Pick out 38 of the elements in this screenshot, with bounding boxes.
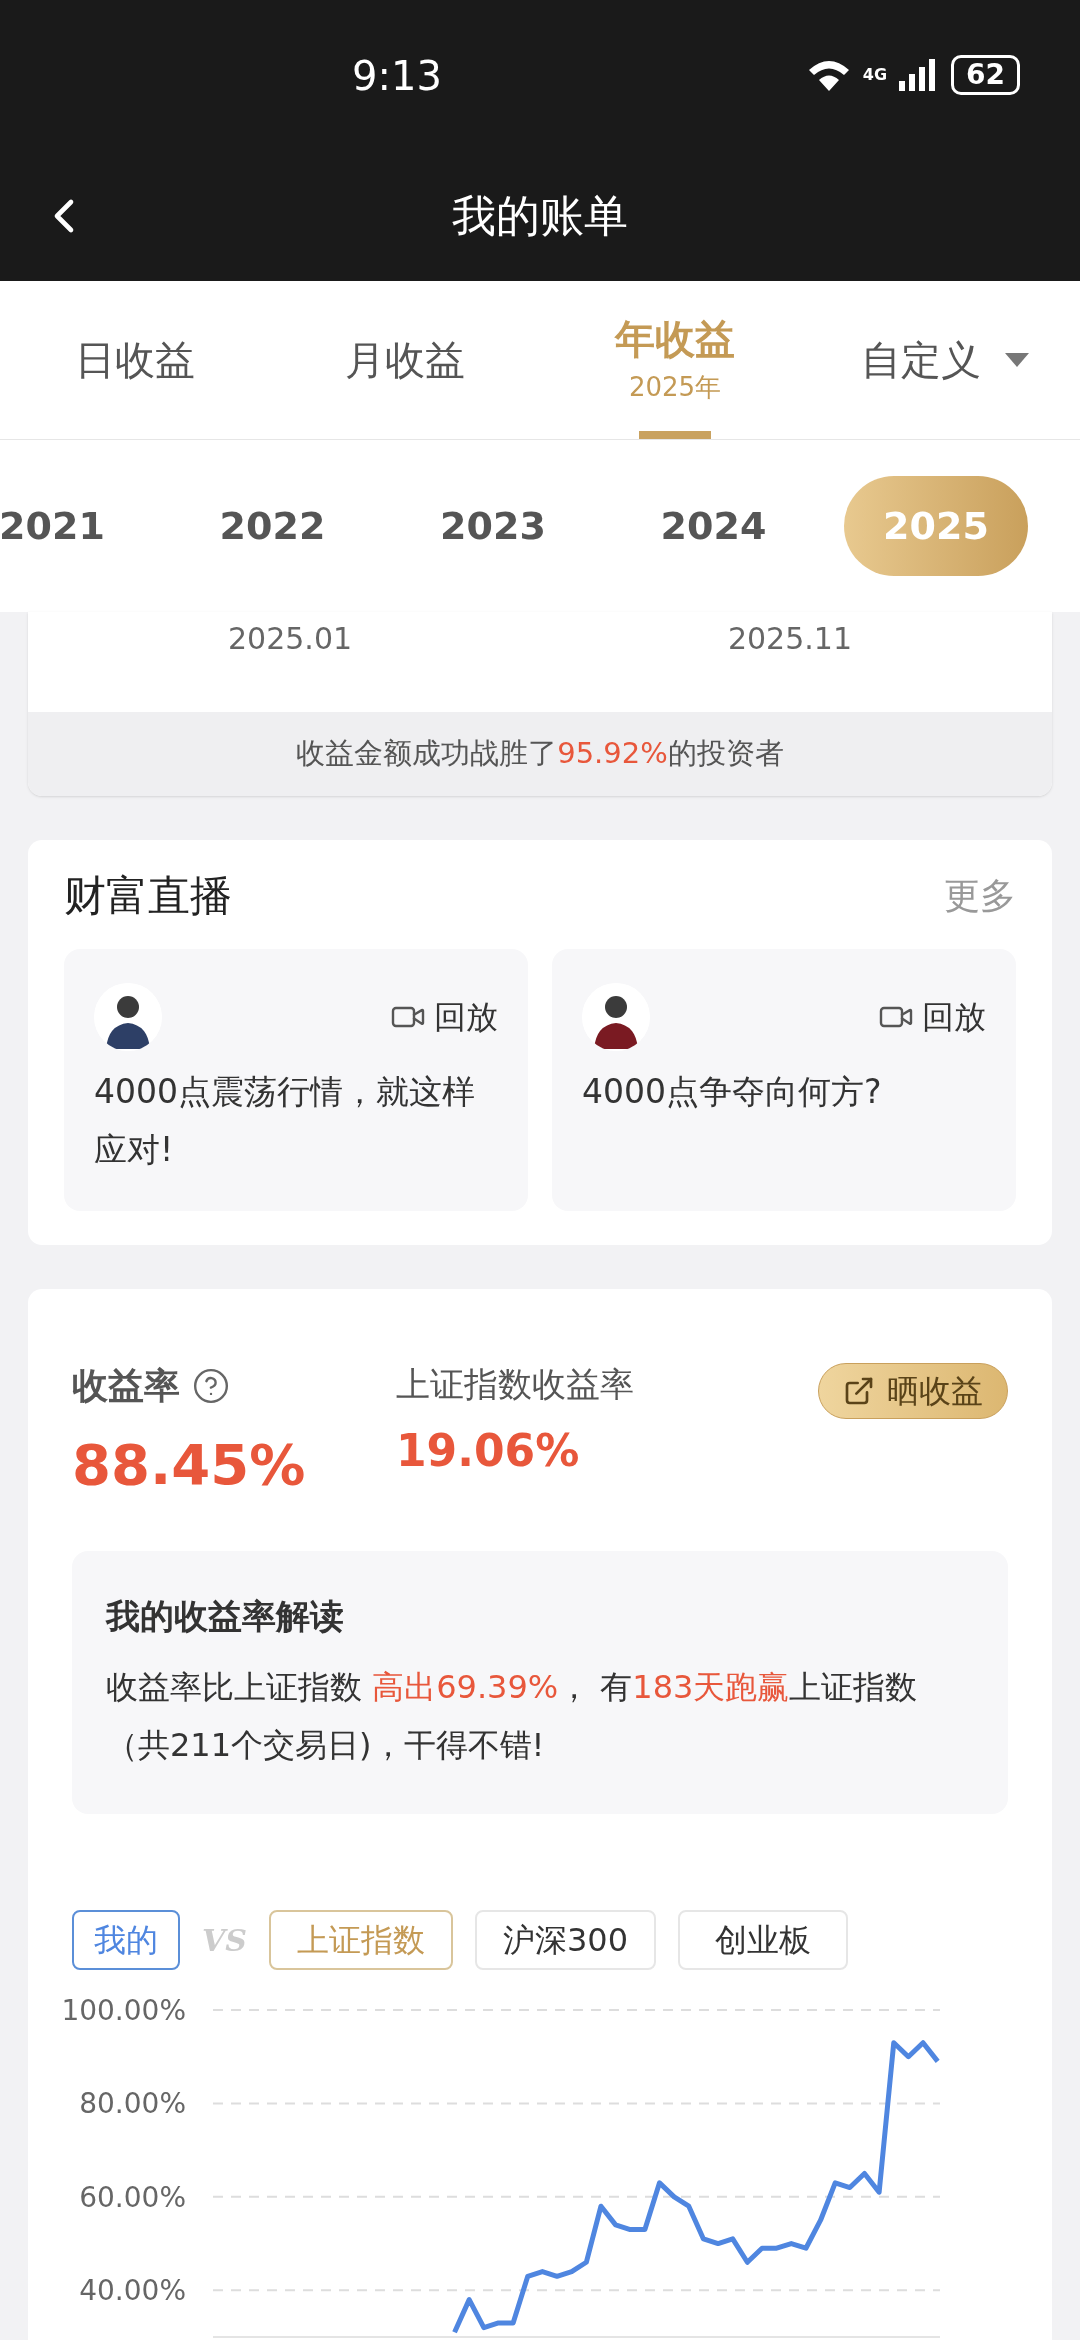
share-button[interactable]: 晒收益 bbox=[818, 1363, 1008, 1419]
replay-text: 回放 bbox=[434, 997, 498, 1038]
interpretation-text: 收益率比上证指数 高出69.39%， 有183天跑赢上证指数（共211个交易日)，干得不错! bbox=[106, 1667, 919, 1766]
index-option[interactable]: 沪深300 bbox=[474, 1910, 657, 1970]
interpretation-title: 我的收益率解读 bbox=[106, 1595, 345, 1638]
year-chip[interactable]: 2023 bbox=[403, 492, 583, 560]
index-label: 上证指数收益率 bbox=[396, 1363, 635, 1406]
index-option[interactable]: 创业板 bbox=[678, 1910, 849, 1970]
live-title: 4000点争夺向何方? bbox=[582, 1071, 883, 1113]
year-chip[interactable]: 2021 bbox=[0, 492, 142, 560]
axis-label: 100.00% bbox=[61, 1994, 186, 2027]
mine-tag: 我的 bbox=[72, 1910, 180, 1970]
period-tab[interactable]: 日收益 bbox=[0, 281, 270, 439]
dropdown-icon bbox=[1005, 353, 1029, 367]
help-icon[interactable] bbox=[192, 1367, 230, 1405]
axis-label: 2025.01 bbox=[228, 620, 353, 658]
axis-label: 40.00% bbox=[79, 2274, 186, 2308]
section-title: 财富直播 bbox=[64, 870, 232, 922]
network-label: 4G bbox=[862, 64, 888, 86]
period-tab[interactable]: 自定义 bbox=[810, 281, 1080, 439]
axis-label: 80.00% bbox=[79, 2087, 186, 2121]
status-time: 9:13 bbox=[352, 56, 442, 96]
axis-label: 60.00% bbox=[79, 2180, 186, 2214]
return-value: 88.45% bbox=[72, 1431, 307, 1499]
axis-label: 2025.11 bbox=[727, 620, 852, 658]
rank-text: 收益金额成功战胜了 95.92%的投资者 bbox=[296, 735, 784, 773]
live-card[interactable]: 回放 4000点争夺向何方? bbox=[552, 949, 1016, 1211]
live-card[interactable]: 回放 4000点震荡行情，就这样应对! bbox=[64, 949, 528, 1211]
return-label: 收益率 bbox=[72, 1364, 180, 1408]
live-title: 4000点震荡行情，就这样应对! bbox=[94, 1071, 476, 1171]
replay-text: 回放 bbox=[922, 997, 986, 1038]
share-icon bbox=[843, 1375, 875, 1407]
period-tab[interactable]: 月收益 bbox=[270, 281, 540, 439]
year-chip[interactable]: 2022 bbox=[182, 492, 363, 560]
page-title: 我的账单 bbox=[452, 188, 628, 243]
index-value: 19.06% bbox=[396, 1424, 581, 1478]
year-chip[interactable]: 2024 bbox=[623, 492, 804, 560]
battery-indicator: 62 bbox=[951, 55, 1020, 95]
